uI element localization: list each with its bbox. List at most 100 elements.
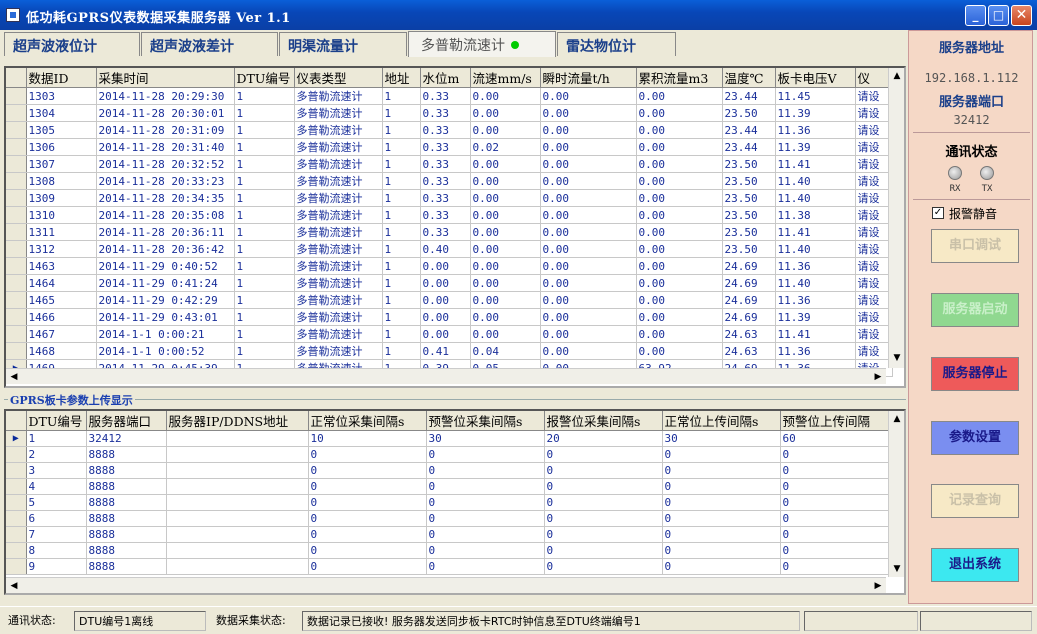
table-cell[interactable]: 0 (426, 542, 545, 559)
close-button[interactable]: ✕ (1011, 5, 1032, 26)
table-cell[interactable]: 0.00 (420, 325, 471, 343)
table-cell[interactable]: 1 (234, 274, 295, 292)
table-cell[interactable]: 请设 (855, 274, 893, 292)
table-cell[interactable]: 0.33 (420, 172, 471, 190)
table-cell[interactable]: 1464 (26, 274, 97, 292)
table-cell[interactable]: 60 (780, 430, 889, 447)
table-cell[interactable]: 0 (662, 446, 781, 463)
table-cell[interactable]: 11.40 (775, 189, 856, 207)
tab-ultrasonic-level[interactable]: 超声波液位计 (4, 32, 140, 56)
table-cell[interactable]: 1 (382, 155, 421, 173)
table-cell[interactable]: 11.40 (775, 172, 856, 190)
column-header[interactable]: 预警位上传间隔 (780, 411, 889, 431)
column-header[interactable]: 数据ID (26, 68, 97, 88)
table-cell[interactable]: 0.04 (470, 342, 541, 360)
table-cell[interactable]: 0 (780, 526, 889, 543)
table-cell[interactable]: 1468 (26, 342, 97, 360)
table-cell[interactable]: 2014-11-28 20:31:09 (96, 121, 235, 139)
row-selector[interactable] (6, 446, 27, 463)
table-cell[interactable]: 0.00 (540, 325, 637, 343)
table-cell[interactable]: 0.00 (420, 274, 471, 292)
table-cell[interactable] (166, 494, 309, 511)
table-cell[interactable]: 0.33 (420, 121, 471, 139)
table-cell[interactable]: 23.44 (722, 138, 776, 156)
table-cell[interactable]: 0.00 (540, 87, 637, 105)
table-cell[interactable]: 1 (234, 121, 295, 139)
column-header[interactable]: 服务器IP/DDNS地址 (166, 411, 309, 431)
table-cell[interactable]: 0 (308, 446, 427, 463)
table-cell[interactable] (166, 558, 309, 575)
table-cell[interactable]: 1 (234, 87, 295, 105)
table-cell[interactable]: 1 (382, 121, 421, 139)
table-cell[interactable]: 0.41 (420, 342, 471, 360)
table-cell[interactable]: 0 (308, 494, 427, 511)
table-cell[interactable]: 0.00 (470, 240, 541, 258)
table-cell[interactable]: 请设 (855, 172, 893, 190)
table-cell[interactable]: 0 (308, 526, 427, 543)
table-cell[interactable]: 8888 (86, 478, 167, 495)
table-cell[interactable]: 11.39 (775, 138, 856, 156)
table-cell[interactable]: 1467 (26, 325, 97, 343)
row-selector[interactable] (6, 87, 27, 105)
table-cell[interactable]: 0 (426, 494, 545, 511)
table-cell[interactable]: 0 (662, 510, 781, 527)
table-cell[interactable]: 多普勒流速计 (294, 257, 383, 275)
table-cell[interactable]: 2014-11-28 20:34:35 (96, 189, 235, 207)
table-cell[interactable]: 0.00 (470, 257, 541, 275)
measurement-row[interactable]: 1465 2014-11-29 0:42:29 1 多普勒流速计 1 0.00 0.00 0.… (6, 291, 893, 309)
table-cell[interactable]: 1 (382, 325, 421, 343)
row-selector[interactable] (6, 462, 27, 479)
table-cell[interactable]: 0.33 (420, 223, 471, 241)
table-cell[interactable] (166, 446, 309, 463)
table-cell[interactable]: 23.50 (722, 155, 776, 173)
table-cell[interactable]: 23.44 (722, 87, 776, 105)
table-cell[interactable]: 0 (544, 542, 663, 559)
row-selector[interactable] (6, 325, 27, 343)
table-cell[interactable]: 24.69 (722, 257, 776, 275)
table-cell[interactable]: 请设 (855, 206, 893, 224)
measurement-row[interactable]: 1467 2014-1-1 0:00:21 1 多普勒流速计 1 0.00 0.00 0.00… (6, 325, 893, 343)
table-cell[interactable]: 0 (426, 526, 545, 543)
table-cell[interactable]: 2014-11-28 20:29:30 (96, 87, 235, 105)
column-header[interactable]: 累积流量m3 (636, 68, 723, 88)
table-cell[interactable]: 多普勒流速计 (294, 291, 383, 309)
table-cell[interactable]: 0 (780, 462, 889, 479)
table-cell[interactable]: 8888 (86, 446, 167, 463)
table-cell[interactable]: 0.00 (540, 240, 637, 258)
column-header[interactable]: 温度℃ (722, 68, 776, 88)
table-cell[interactable]: 0 (426, 446, 545, 463)
table-cell[interactable]: 请设 (855, 342, 893, 360)
table-cell[interactable]: 11.41 (775, 223, 856, 241)
column-header[interactable]: 正常位上传间隔s (662, 411, 781, 431)
measurement-row[interactable]: 1309 2014-11-28 20:34:35 1 多普勒流速计 1 0.33 0.00 0… (6, 189, 893, 207)
table-cell[interactable]: 多普勒流速计 (294, 87, 383, 105)
row-selector[interactable] (6, 240, 27, 258)
table-cell[interactable]: 多普勒流速计 (294, 325, 383, 343)
table-cell[interactable]: 1463 (26, 257, 97, 275)
table-cell[interactable]: 1 (234, 291, 295, 309)
measurement-row[interactable]: 1307 2014-11-28 20:32:52 1 多普勒流速计 1 0.33 0.00 0… (6, 155, 893, 173)
column-header[interactable]: 地址 (382, 68, 421, 88)
table-cell[interactable]: 多普勒流速计 (294, 138, 383, 156)
table-cell[interactable]: 0.00 (636, 308, 723, 326)
row-selector[interactable] (6, 206, 27, 224)
table-cell[interactable]: 2014-11-28 20:31:40 (96, 138, 235, 156)
table-cell[interactable]: 多普勒流速计 (294, 121, 383, 139)
table-cell[interactable]: 2014-1-1 0:00:21 (96, 325, 235, 343)
table-cell[interactable]: 0 (544, 494, 663, 511)
table-cell[interactable]: 0.33 (420, 189, 471, 207)
scroll-down-icon[interactable]: ▼ (889, 561, 904, 577)
table-cell[interactable]: 0 (308, 462, 427, 479)
measurement-row[interactable]: 1466 2014-11-29 0:43:01 1 多普勒流速计 1 0.00 0.00 0.… (6, 308, 893, 326)
table-cell[interactable]: 0.00 (636, 87, 723, 105)
column-header[interactable]: 板卡电压V (775, 68, 856, 88)
tab-radar-level[interactable]: 雷达物位计 (557, 32, 676, 56)
table-cell[interactable]: 0.00 (470, 87, 541, 105)
minimize-button[interactable]: _ (965, 5, 986, 26)
table-cell[interactable]: 1312 (26, 240, 97, 258)
scroll-down-icon[interactable]: ▼ (889, 350, 904, 366)
row-selector[interactable] (6, 342, 27, 360)
table-cell[interactable]: 2014-11-28 20:30:01 (96, 104, 235, 122)
table-cell[interactable]: 0.02 (470, 138, 541, 156)
measurement-row[interactable]: 1464 2014-11-29 0:41:24 1 多普勒流速计 1 0.00 0.00 0.… (6, 274, 893, 292)
